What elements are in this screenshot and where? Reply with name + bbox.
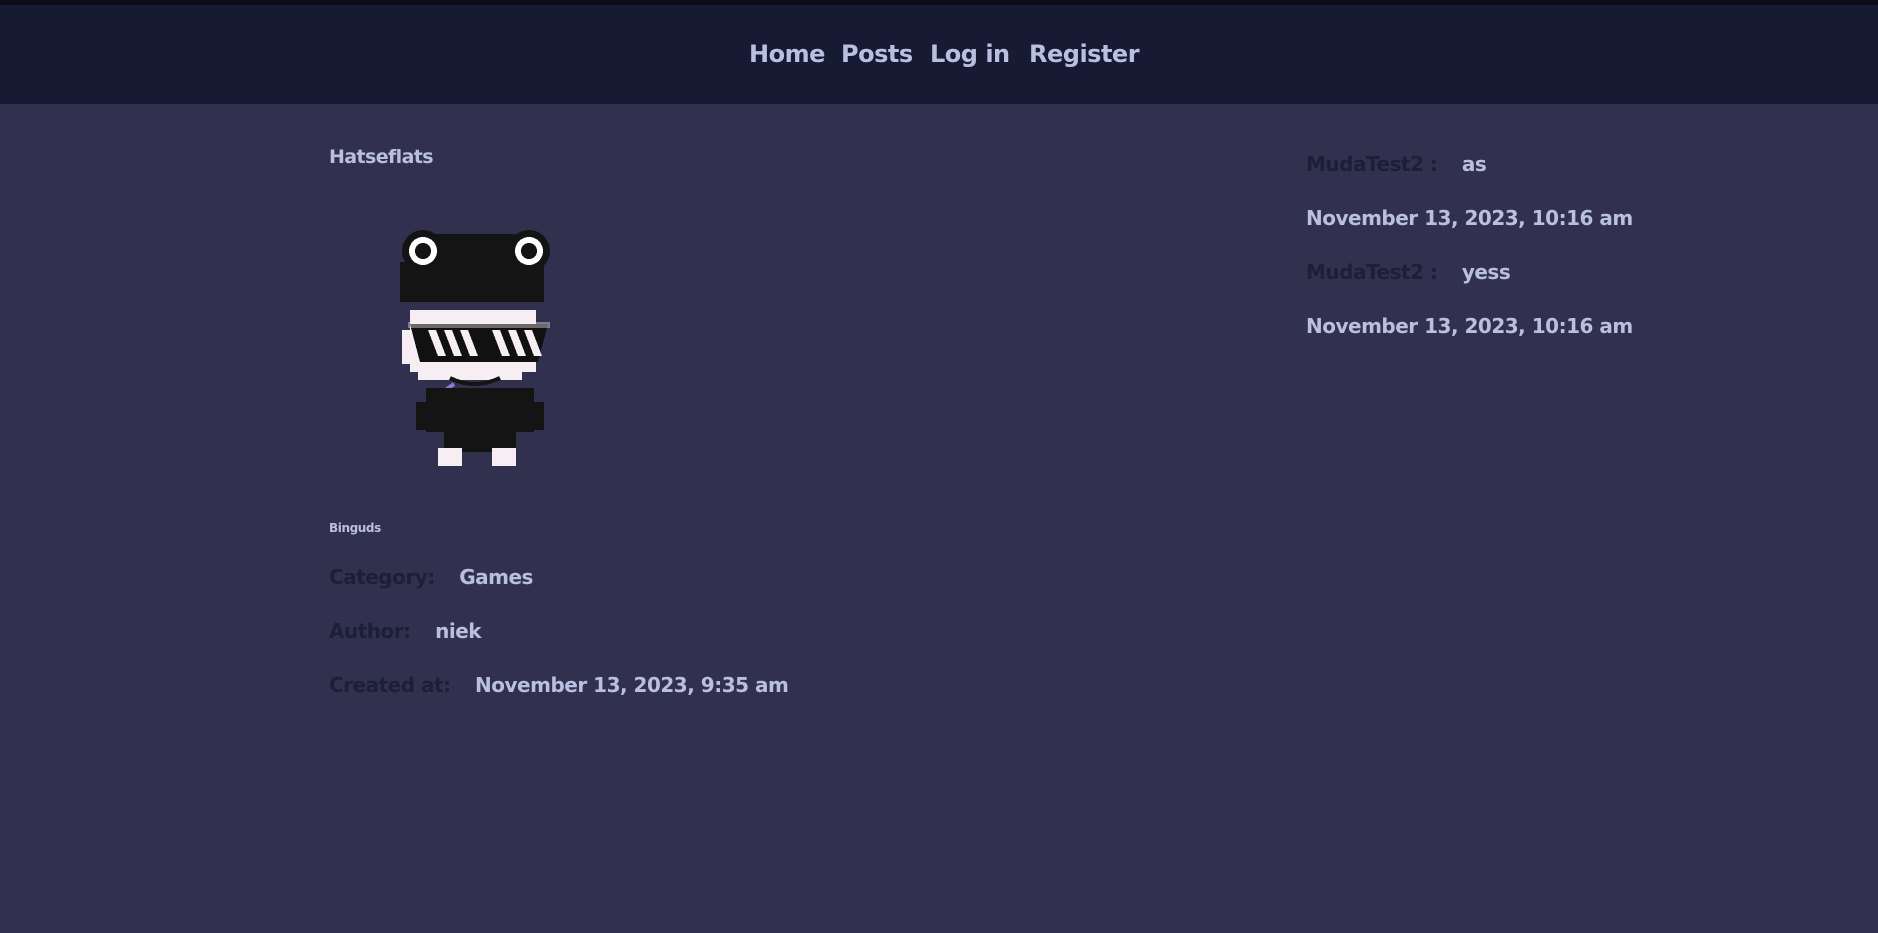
comment-author: MudaTest2 :: [1306, 152, 1438, 176]
nav-register-link[interactable]: Register: [1029, 40, 1140, 68]
comment-date: November 13, 2023, 10:16 am: [1306, 314, 1633, 338]
navbar: Home Posts Log in Register: [0, 5, 1878, 104]
created-label: Created at:: [329, 673, 451, 697]
comment-text: as: [1461, 152, 1487, 176]
post-category-row: Category: Games: [329, 565, 533, 589]
post-created-row: Created at: November 13, 2023, 9:35 am: [329, 673, 789, 697]
comment-text: yess: [1461, 260, 1511, 284]
comment-date: November 13, 2023, 10:16 am: [1306, 206, 1633, 230]
post-body: Binguds: [329, 521, 381, 535]
frog-hat-character-icon: [400, 230, 550, 466]
post-image: [388, 222, 572, 474]
comment-author: MudaTest2 :: [1306, 260, 1438, 284]
nav-home-link[interactable]: Home: [749, 40, 825, 68]
post-title: Hatseflats: [329, 146, 434, 168]
nav-login-link[interactable]: Log in: [930, 40, 1010, 68]
author-value: niek: [435, 619, 482, 643]
author-label: Author:: [329, 619, 411, 643]
nav-posts-link[interactable]: Posts: [841, 40, 913, 68]
post-author-row: Author: niek: [329, 619, 482, 643]
comment-item: MudaTest2 : yess: [1306, 260, 1511, 284]
category-label: Category:: [329, 565, 435, 589]
created-value: November 13, 2023, 9:35 am: [475, 673, 789, 697]
category-value: Games: [459, 565, 533, 589]
comment-item: MudaTest2 : as: [1306, 152, 1487, 176]
